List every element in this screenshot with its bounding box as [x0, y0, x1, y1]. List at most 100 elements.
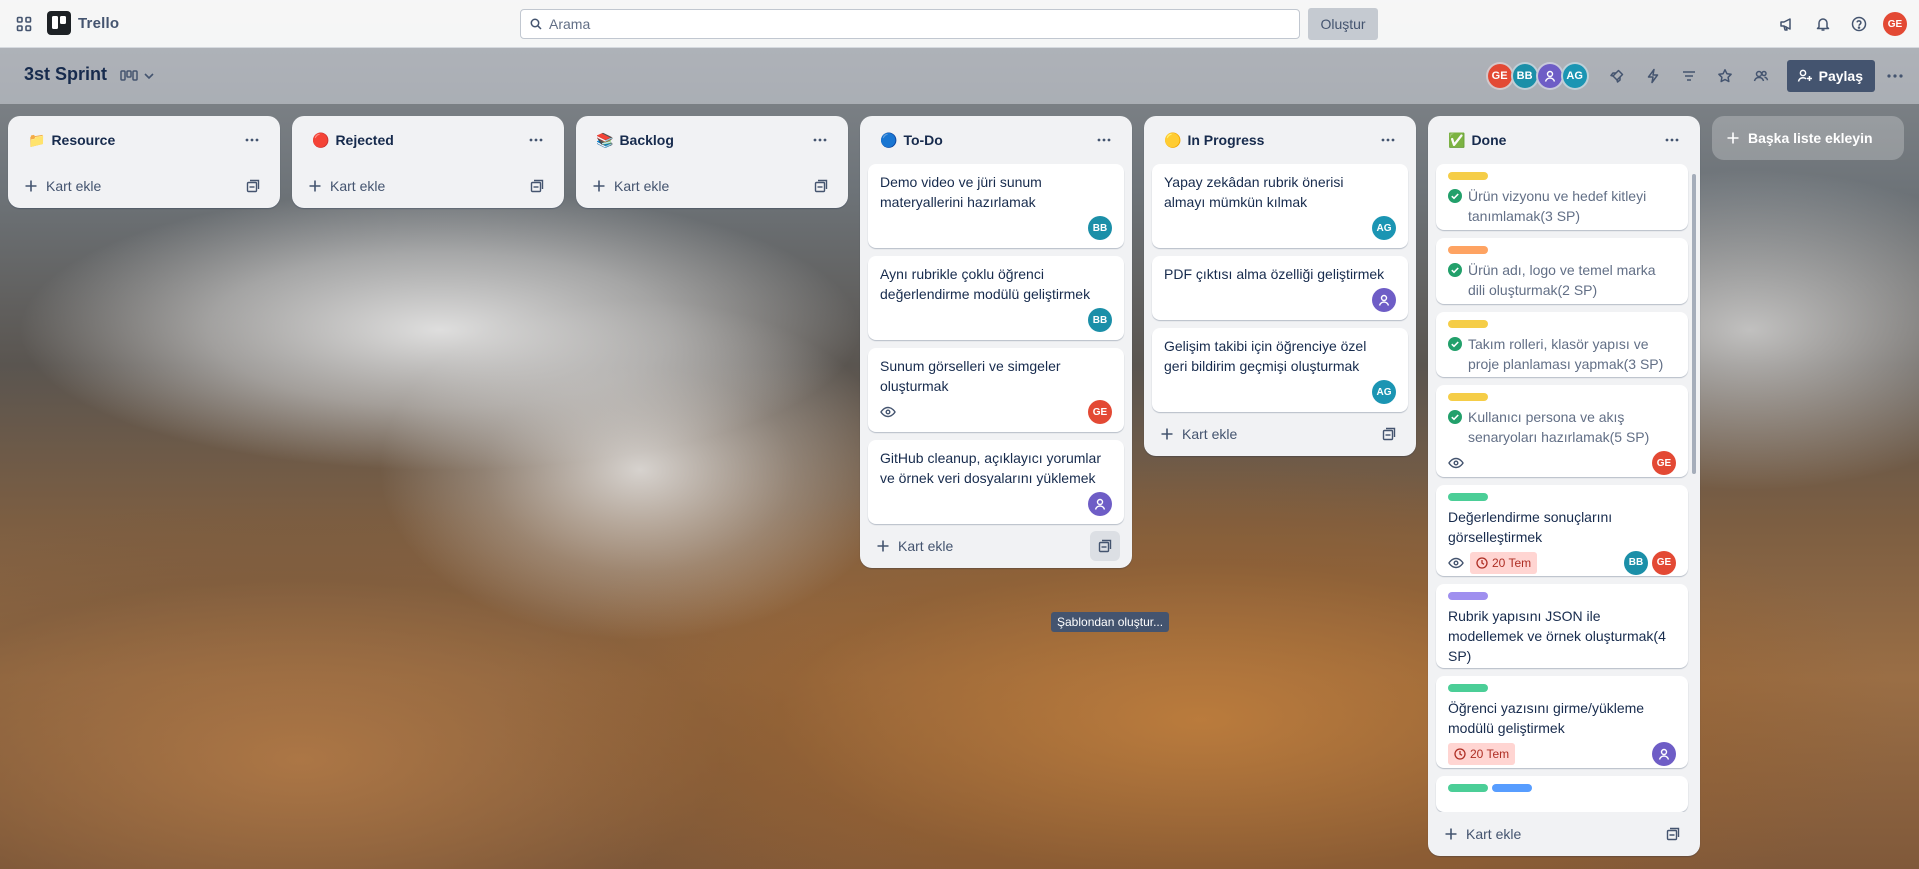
card-label[interactable]	[1448, 245, 1488, 254]
list-menu-button[interactable]	[804, 124, 836, 156]
member-avatar[interactable]: GE	[1485, 62, 1514, 90]
app-switcher-button[interactable]	[8, 8, 40, 40]
card-label[interactable]	[1448, 684, 1488, 693]
card-label[interactable]	[1448, 393, 1488, 402]
card[interactable]: Ürün adı, logo ve temel marka dili oluşt…	[1436, 237, 1688, 304]
template-icon	[530, 179, 544, 193]
card[interactable]: Gelişim takibi için öğrenciye özel geri …	[1152, 328, 1408, 412]
board-members[interactable]: GE BB AG	[1485, 62, 1589, 90]
star-button[interactable]	[1709, 60, 1741, 92]
card-member-avatar[interactable]: GE	[1652, 550, 1676, 575]
board-view-switcher[interactable]	[116, 60, 160, 92]
card-label[interactable]	[1448, 492, 1488, 501]
add-card-button[interactable]: Kart ekle	[876, 538, 1090, 554]
card[interactable]: PDF çıktısı alma özelliği geliştirmek	[1152, 256, 1408, 320]
card[interactable]	[1436, 776, 1688, 812]
search-box[interactable]	[520, 9, 1300, 39]
add-list-label: Başka liste ekleyin	[1748, 130, 1873, 146]
member-avatar[interactable]: BB	[1510, 62, 1539, 90]
card[interactable]: Sunum görselleri ve simgeler oluşturmak …	[868, 348, 1124, 432]
complete-check-icon[interactable]	[1448, 336, 1462, 351]
team-icon	[1753, 70, 1768, 82]
list-title[interactable]: ✅ Done	[1448, 132, 1656, 149]
card-label[interactable]	[1448, 172, 1488, 180]
card[interactable]: Öğrenci yazısını girme/yükleme modülü ge…	[1436, 676, 1688, 769]
automation-button[interactable]	[1637, 60, 1669, 92]
list-scrollbar[interactable]	[1692, 168, 1698, 808]
filter-button[interactable]	[1673, 60, 1705, 92]
card-label[interactable]	[1448, 319, 1488, 328]
card-label[interactable]	[1448, 784, 1488, 793]
create-button[interactable]: Oluştur	[1308, 8, 1378, 40]
card-label[interactable]	[1492, 784, 1532, 793]
list-title[interactable]: 🔵 To-Do	[880, 132, 1088, 149]
member-avatar[interactable]	[1535, 62, 1564, 90]
card[interactable]: Rubrik yapısını JSON ile modellemek ve ö…	[1436, 584, 1688, 669]
complete-check-icon[interactable]	[1448, 189, 1462, 203]
list-menu-button[interactable]	[520, 124, 552, 156]
complete-check-icon[interactable]	[1448, 262, 1462, 277]
create-from-template-button[interactable]	[1090, 531, 1120, 561]
account-menu-button[interactable]: GE	[1879, 8, 1911, 40]
list-to-do: 🔵 To-Do Demo video ve jüri sunum materya…	[860, 116, 1132, 568]
add-card-button[interactable]: Kart ekle	[1444, 826, 1658, 842]
announcements-button[interactable]	[1771, 8, 1803, 40]
card-member-avatar[interactable]	[1088, 492, 1112, 516]
add-list-button[interactable]: Başka liste ekleyin	[1712, 116, 1904, 160]
visibility-button[interactable]	[1745, 60, 1777, 92]
help-button[interactable]	[1843, 8, 1875, 40]
add-card-button[interactable]: Kart ekle	[308, 178, 522, 194]
list-title[interactable]: 📁 Resource	[28, 132, 236, 149]
card-member-avatar[interactable]: GE	[1652, 451, 1676, 476]
books-icon: 📚	[596, 131, 614, 148]
create-from-template-button[interactable]	[522, 171, 552, 201]
search-icon	[530, 18, 542, 30]
board-menu-button[interactable]	[1879, 60, 1911, 92]
card-member-avatar[interactable]	[1652, 742, 1676, 767]
list-title[interactable]: 📚 Backlog	[596, 132, 804, 149]
card-member-avatar[interactable]: BB	[1624, 550, 1648, 575]
list-menu-button[interactable]	[1372, 124, 1404, 156]
add-card-button[interactable]: Kart ekle	[592, 178, 806, 194]
list-menu-button[interactable]	[1088, 124, 1120, 156]
list-menu-button[interactable]	[1656, 124, 1688, 156]
card-member-avatar[interactable]: AG	[1372, 216, 1396, 240]
complete-check-icon[interactable]	[1448, 410, 1462, 425]
card-label[interactable]	[1448, 592, 1488, 601]
notifications-button[interactable]	[1807, 8, 1839, 40]
card[interactable]: Takım rolleri, klasör yapısı ve proje pl…	[1436, 311, 1688, 378]
due-date-badge[interactable]: 20 Tem	[1470, 551, 1538, 574]
card[interactable]: Demo video ve jüri sunum materyallerini …	[868, 164, 1124, 248]
add-card-label: Kart ekle	[614, 178, 670, 194]
search-input[interactable]	[549, 16, 1269, 32]
card-title: GitHub cleanup, açıklayıcı yorumlar ve ö…	[880, 450, 1101, 486]
due-date-badge[interactable]: 20 Tem	[1448, 743, 1516, 766]
card-member-avatar[interactable]: BB	[1088, 216, 1112, 240]
add-user-icon	[1797, 69, 1812, 82]
card[interactable]: Değerlendirme sonuçlarını görselleştirme…	[1436, 484, 1688, 577]
card[interactable]: Aynı rubrikle çoklu öğrenci değerlendirm…	[868, 256, 1124, 340]
card[interactable]: GitHub cleanup, açıklayıcı yorumlar ve ö…	[868, 440, 1124, 524]
card-member-avatar[interactable]	[1372, 288, 1396, 312]
add-card-button[interactable]: Kart ekle	[24, 178, 238, 194]
card-member-avatar[interactable]: AG	[1372, 380, 1396, 404]
card-member-avatar[interactable]: BB	[1088, 308, 1112, 332]
board-title[interactable]: 3st Sprint	[24, 64, 107, 85]
create-from-template-button[interactable]	[238, 171, 268, 201]
card-member-avatar[interactable]: GE	[1088, 400, 1112, 424]
create-from-template-button[interactable]	[806, 171, 836, 201]
add-card-button[interactable]: Kart ekle	[1160, 426, 1374, 442]
card-title: Değerlendirme sonuçlarını görselleştirme…	[1448, 508, 1613, 545]
share-button[interactable]: Paylaş	[1786, 60, 1875, 92]
card[interactable]: Yapay zekâdan rubrik önerisi almayı mümk…	[1152, 164, 1408, 248]
member-avatar[interactable]: AG	[1560, 62, 1589, 90]
create-from-template-button[interactable]	[1374, 419, 1404, 449]
card[interactable]: Ürün vizyonu ve hedef kitleyi tanımlamak…	[1436, 164, 1688, 230]
list-title[interactable]: 🟡 In Progress	[1164, 132, 1372, 149]
list-title[interactable]: 🔴 Rejected	[312, 132, 520, 149]
list-menu-button[interactable]	[236, 124, 268, 156]
card[interactable]: Kullanıcı persona ve akış senaryoları ha…	[1436, 385, 1688, 477]
power-ups-button[interactable]	[1601, 60, 1633, 92]
create-from-template-button[interactable]	[1658, 819, 1688, 849]
trello-logo[interactable]: Trello	[47, 11, 119, 35]
